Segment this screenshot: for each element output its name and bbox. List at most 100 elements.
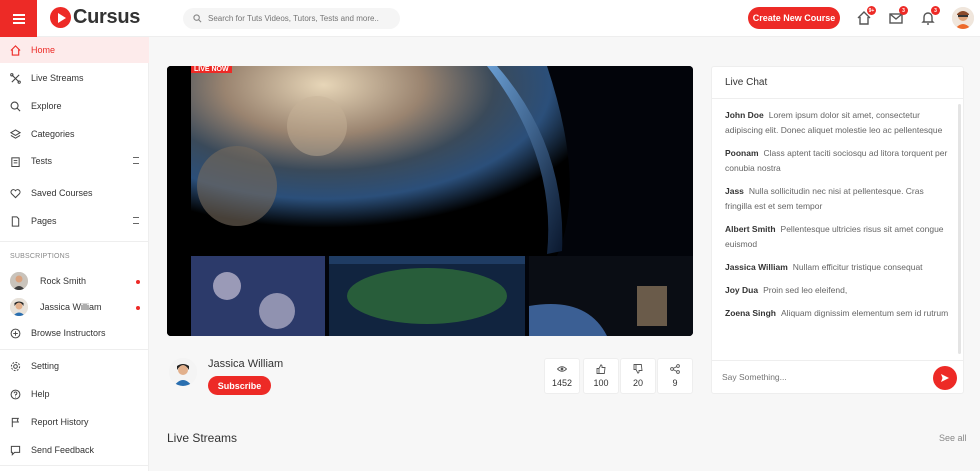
notifications-button[interactable]: 3 — [920, 6, 940, 26]
likes-count: 100 — [593, 378, 609, 388]
logo[interactable]: Cursus — [50, 6, 140, 29]
avatar — [10, 272, 28, 290]
gear-icon — [10, 361, 21, 371]
subscriptions-heading: SUBSCRIPTIONS — [10, 253, 70, 260]
share-button[interactable]: 9 — [657, 358, 693, 394]
avatar-image — [10, 298, 28, 316]
sidebar-item-label: Home — [31, 45, 56, 55]
sidebar: Home Live Streams Explore Categories Tes… — [0, 37, 149, 471]
sidebar-item-label: Categories — [31, 129, 75, 139]
plus-circle-icon — [10, 328, 21, 338]
see-all-link[interactable]: See all — [939, 433, 967, 443]
sidebar-item-report-history[interactable]: Report History — [0, 409, 149, 435]
sidebar-item-label: Browse Instructors — [31, 328, 106, 338]
sidebar-item-live-streams[interactable]: Live Streams — [0, 65, 149, 91]
messages-badge: 3 — [899, 6, 908, 15]
sidebar-item-help[interactable]: Help — [0, 381, 149, 407]
chat-username[interactable]: Joy Dua — [725, 285, 758, 295]
dislikes-count: 20 — [632, 378, 643, 388]
sidebar-item-label: Live Streams — [31, 73, 84, 83]
cart-badge: 9+ — [867, 6, 876, 15]
create-course-button[interactable]: Create New Course — [748, 7, 840, 29]
home-icon — [10, 44, 21, 56]
sidebar-item-label: Setting — [31, 361, 60, 371]
views-stat: 1452 — [544, 358, 580, 394]
chat-username[interactable]: Zoena Singh — [725, 308, 776, 318]
sidebar-item-home[interactable]: Home — [0, 37, 149, 63]
avatar-image — [952, 7, 974, 29]
menu-toggle-button[interactable] — [0, 0, 37, 37]
share-icon — [670, 364, 680, 374]
sidebar-item-label: Tests — [31, 156, 53, 166]
send-button[interactable] — [933, 366, 957, 390]
dislike-button[interactable]: 20 — [620, 358, 656, 394]
subscription-name: Rock Smith — [40, 276, 87, 286]
sidebar-item-label: Report History — [31, 417, 89, 427]
hamburger-icon — [12, 17, 25, 20]
divider — [0, 241, 149, 242]
help-icon — [10, 389, 21, 399]
sidebar-item-setting[interactable]: Setting — [0, 353, 149, 379]
chat-username[interactable]: John Doe — [725, 110, 764, 120]
chat-text: Nulla sollicitudin nec nisi at pellentes… — [725, 186, 924, 211]
logo-text: Cursus — [73, 6, 141, 28]
user-avatar[interactable] — [952, 7, 974, 29]
messages-button[interactable]: 3 — [888, 6, 908, 26]
views-count: 1452 — [551, 378, 573, 388]
divider — [0, 465, 149, 466]
divider — [0, 349, 149, 350]
chevron-down-icon — [133, 157, 139, 164]
chat-message: Jass Nulla sollicitudin nec nisi at pelle… — [725, 184, 951, 214]
file-icon — [11, 215, 20, 227]
subscribe-button[interactable]: Subscribe — [208, 376, 271, 395]
chat-text: Aliquam dignissim elementum sem id rutru… — [781, 308, 949, 318]
chat-input[interactable] — [722, 372, 922, 382]
sidebar-item-categories[interactable]: Categories — [0, 121, 149, 147]
flag-icon — [11, 417, 20, 427]
chat-input-bar — [712, 360, 963, 393]
avatar-image — [169, 358, 197, 386]
chat-title: Live Chat — [712, 67, 963, 99]
subscription-jassica-william[interactable]: Jassica William — [10, 297, 140, 317]
play-logo-icon — [50, 7, 71, 28]
chat-message: Jassica William Nullam efficitur tristiqu… — [725, 260, 951, 275]
chat-username[interactable]: Jass — [725, 186, 744, 196]
live-indicator — [136, 280, 140, 284]
sidebar-item-browse-instructors[interactable]: Browse Instructors — [0, 320, 149, 346]
clipboard-icon — [11, 156, 20, 167]
cart-button[interactable]: 9+ — [856, 6, 876, 26]
sidebar-item-label: Help — [31, 389, 50, 399]
chat-username[interactable]: Poonam — [725, 148, 759, 158]
live-video-player[interactable]: LIVE NOW — [167, 66, 693, 336]
sidebar-item-tests[interactable]: Tests — [0, 148, 149, 174]
thumbs-down-icon — [633, 364, 643, 374]
search-bar[interactable] — [183, 8, 400, 29]
streamer-avatar[interactable] — [169, 358, 197, 386]
chat-message: Zoena Singh Aliquam dignissim elementum s… — [725, 306, 951, 321]
sidebar-item-pages[interactable]: Pages — [0, 208, 149, 234]
sidebar-item-send-feedback[interactable]: Send Feedback — [0, 437, 149, 463]
live-streams-icon — [10, 72, 21, 84]
streamer-name[interactable]: Jassica William — [208, 358, 283, 370]
live-indicator — [136, 306, 140, 310]
chat-username[interactable]: Albert Smith — [725, 224, 776, 234]
feedback-icon — [10, 445, 21, 456]
subscription-rock-smith[interactable]: Rock Smith — [10, 271, 140, 291]
eye-icon — [557, 366, 567, 372]
live-streams-heading: Live Streams — [167, 431, 238, 445]
chat-message: Joy Dua Proin sed leo eleifend, — [725, 283, 951, 298]
sidebar-item-saved-courses[interactable]: Saved Courses — [0, 180, 149, 206]
layers-icon — [10, 128, 21, 139]
subscription-name: Jassica William — [40, 302, 102, 312]
chat-text: Nullam efficitur tristique consequat — [792, 262, 923, 272]
thumbs-up-icon — [596, 364, 606, 374]
chat-username[interactable]: Jassica William — [725, 262, 788, 272]
chat-message: Albert Smith Pellentesque ultricies risus… — [725, 222, 951, 252]
like-button[interactable]: 100 — [583, 358, 619, 394]
chat-messages[interactable]: John Doe Lorem ipsum dolor sit amet, cons… — [712, 100, 963, 362]
live-badge: LIVE NOW — [191, 66, 232, 73]
search-icon — [10, 101, 21, 111]
sidebar-item-explore[interactable]: Explore — [0, 93, 149, 119]
search-input[interactable] — [208, 14, 398, 23]
chat-message: Poonam Class aptent taciti sociosqu ad li… — [725, 146, 951, 176]
